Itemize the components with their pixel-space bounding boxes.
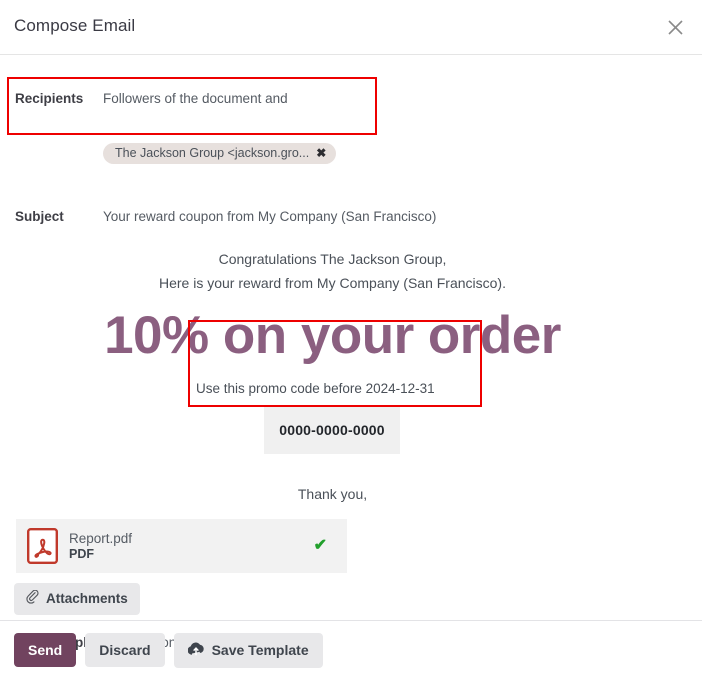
recipients-field: Recipients Followers of the document and [0, 77, 702, 135]
attachment-item[interactable]: Report.pdf PDF ✔ [16, 519, 347, 573]
paperclip-icon [25, 589, 39, 607]
email-headline: 10% on your order [104, 306, 561, 365]
attachment-meta: Report.pdf PDF [69, 531, 132, 561]
attachment-file-type: PDF [69, 547, 94, 561]
dialog-header: Compose Email [0, 0, 702, 55]
pdf-file-icon [27, 528, 59, 564]
email-greeting-line-1: Congratulations The Jackson Group, [218, 251, 447, 267]
save-template-button[interactable]: Save Template [173, 632, 323, 668]
subject-value[interactable]: Your reward coupon from My Company (San … [103, 209, 436, 224]
check-icon: ✔ [313, 537, 327, 554]
recipients-value: Followers of the document and [103, 91, 288, 106]
email-greeting-line-2: Here is your reward from My Company (San… [159, 275, 506, 291]
promo-instruction-text: Use this promo code before 2024-12-31 [196, 381, 435, 396]
chip-remove-icon[interactable]: ✖ [316, 147, 326, 159]
page-title: Compose Email [14, 16, 136, 35]
dialog-body: Recipients Followers of the document and… [0, 55, 702, 650]
dialog-footer: Send Discard Save Template [0, 620, 702, 679]
attachments-button-label: Attachments [46, 591, 128, 606]
recipient-chip-label: The Jackson Group <jackson.gro... [115, 146, 310, 160]
promo-code-value: 0000-0000-0000 [264, 405, 400, 454]
close-icon[interactable] [660, 12, 690, 42]
cloud-upload-icon [187, 642, 204, 659]
attachments-button[interactable]: Attachments [14, 583, 140, 615]
send-button-label: Send [28, 642, 63, 658]
discard-button-label: Discard [99, 642, 151, 658]
discard-button[interactable]: Discard [85, 633, 165, 667]
send-button[interactable]: Send [14, 633, 77, 667]
email-closing-text: Thank you, [297, 486, 368, 502]
recipient-chip[interactable]: The Jackson Group <jackson.gro... ✖ [103, 143, 337, 164]
recipients-label: Recipients [15, 91, 84, 106]
attachment-file-name: Report.pdf [69, 531, 133, 546]
subject-label: Subject [15, 209, 64, 224]
save-template-button-label: Save Template [211, 642, 309, 658]
